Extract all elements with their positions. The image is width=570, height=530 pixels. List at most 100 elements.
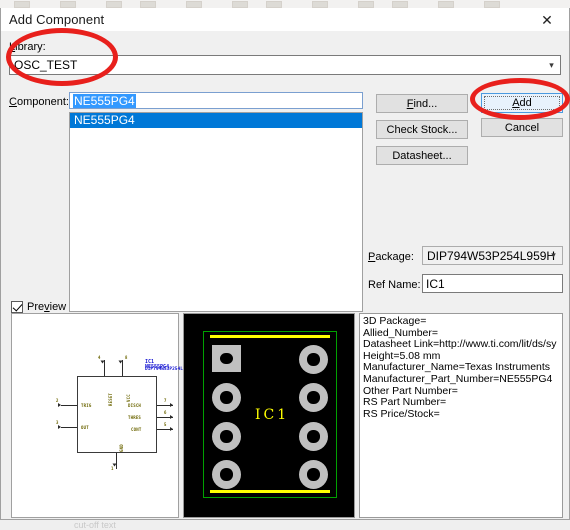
library-value: OSC_TEST (14, 58, 78, 72)
pin-number: 7 (164, 398, 167, 403)
package-combobox[interactable]: DIP794W53P254L959H ▾ (422, 246, 563, 265)
pad-3 (212, 422, 241, 451)
pad-hole (220, 391, 233, 404)
background-toolbar-icon (14, 1, 30, 8)
pin-label: VCC (126, 394, 131, 402)
property-line: Manufacturer_Name=Texas Instruments (363, 362, 551, 374)
ref-name-label: Ref Name: (368, 279, 421, 291)
pin-arrow-disch (170, 403, 173, 407)
pin-arrow-cont (170, 427, 173, 431)
property-line: Other Part Number= (363, 385, 458, 397)
background-toolbar-strip (0, 0, 570, 8)
footprint-ref-designator: IC1 (255, 407, 290, 423)
background-toolbar-icon (106, 1, 122, 8)
pin-label: TRIG (81, 403, 92, 408)
pad-7 (299, 383, 328, 412)
component-properties-panel[interactable]: 3D Package= Allied_Number= Datasheet Lin… (359, 313, 563, 518)
pad-8 (299, 345, 328, 374)
library-combobox[interactable]: OSC_TEST ▾ (9, 55, 561, 75)
dialog-title: Add Component (9, 12, 105, 27)
pin-number: 2 (56, 398, 59, 403)
component-label: Component: (9, 96, 69, 108)
background-toolbar-icon (484, 1, 500, 8)
background-toolbar-icon (358, 1, 374, 8)
silkscreen-line-bottom (210, 490, 330, 493)
list-item[interactable]: NE555PG4 (70, 113, 362, 128)
datasheet-button[interactable]: Datasheet... (376, 146, 468, 165)
pin-label: GND (119, 444, 124, 452)
pad-6 (299, 422, 328, 451)
pin-number: 6 (164, 410, 167, 415)
add-component-dialog: Add Component ✕ Library: OSC_TEST ▾ Comp… (0, 8, 570, 520)
preview-label: Preview (27, 301, 67, 313)
footprint-preview-panel: IC1 (183, 313, 355, 518)
pad-1 (212, 345, 241, 372)
screenshot-root: cut-off text Add Component ✕ Library: OS… (0, 0, 570, 530)
pad-5 (299, 460, 328, 489)
preview-checkbox[interactable]: Preview (11, 301, 66, 313)
property-line: Manufacturer_Part_Number=NE555PG4 (363, 373, 553, 385)
datasheet-label: Datasheet... (392, 149, 452, 162)
property-line: RS Part Number= (363, 397, 447, 409)
find-button[interactable]: Find... (376, 94, 468, 113)
pin-arrow-trig (58, 403, 61, 407)
component-listbox[interactable]: NE555PG4 (69, 112, 363, 312)
pad-hole (220, 430, 233, 443)
background-toolbar-icon (140, 1, 156, 8)
check-stock-label: Check Stock... (386, 123, 458, 136)
pin-number: 8 (125, 355, 128, 360)
property-line: RS Price/Stock= (363, 408, 440, 420)
pad-4 (212, 460, 241, 489)
pin-arrow-vcc (118, 360, 123, 364)
check-stock-button[interactable]: Check Stock... (376, 120, 468, 139)
cancel-button[interactable]: Cancel (481, 118, 563, 137)
property-line: Datasheet Link=http://www.ti.com/lit/ds/… (363, 339, 557, 351)
add-button[interactable]: Add (481, 93, 563, 113)
background-toolbar-icon (60, 1, 76, 8)
schematic-preview-panel: 4 8 RESET VCC 2 3 TRIG OUT 7 6 5 DISCH T… (11, 313, 194, 518)
pad-hole (307, 468, 320, 481)
cancel-label: Cancel (504, 121, 540, 134)
background-toolbar-icon (266, 1, 282, 8)
symbol-body (77, 376, 157, 453)
pin-label: CONT (131, 427, 142, 432)
package-label: Package: (368, 251, 414, 263)
pin-label: DISCH (128, 403, 142, 408)
component-input[interactable]: NE555PG4 (69, 92, 363, 109)
background-toolbar-icon (312, 1, 328, 8)
property-line: Allied_Number= (363, 327, 438, 339)
pin-label: THRES (128, 415, 142, 420)
close-icon[interactable]: ✕ (525, 8, 569, 32)
background-toolbar-icon (438, 1, 454, 8)
pin-number: 3 (56, 420, 59, 425)
chevron-down-icon[interactable]: ▾ (543, 56, 560, 74)
property-line: 3D Package= (363, 316, 427, 327)
pin-arrow-reset (100, 360, 105, 364)
pin-label: OUT (81, 425, 89, 430)
background-toolbar-icon (392, 1, 408, 8)
focus-ring (484, 96, 560, 110)
pin-arrow-thres (170, 415, 173, 419)
chevron-down-icon[interactable]: ▾ (545, 247, 562, 264)
pin-number: 4 (98, 355, 101, 360)
pad-hole (307, 430, 320, 443)
pad-hole (220, 468, 233, 481)
background-toolbar-icon (186, 1, 202, 8)
checkmark-icon (11, 301, 23, 313)
pad-2 (212, 383, 241, 412)
pin-label: RESET (108, 392, 113, 406)
pin-line-out (61, 427, 77, 429)
ref-name-value: IC1 (426, 276, 445, 291)
pin-number: 1 (111, 466, 114, 471)
component-input-value: NE555PG4 (73, 93, 136, 108)
pin-arrow-out (58, 425, 61, 429)
package-value: DIP794W53P254L959H (427, 248, 556, 263)
pin-number: 5 (164, 422, 167, 427)
ref-name-input[interactable]: IC1 (422, 274, 563, 293)
silkscreen-line-top (210, 335, 330, 338)
library-label: Library: (9, 41, 46, 53)
pad-hole (220, 352, 233, 365)
pin-line-gnd (116, 453, 118, 469)
pad-hole (307, 391, 320, 404)
background-bottom-text: cut-off text (74, 520, 116, 530)
